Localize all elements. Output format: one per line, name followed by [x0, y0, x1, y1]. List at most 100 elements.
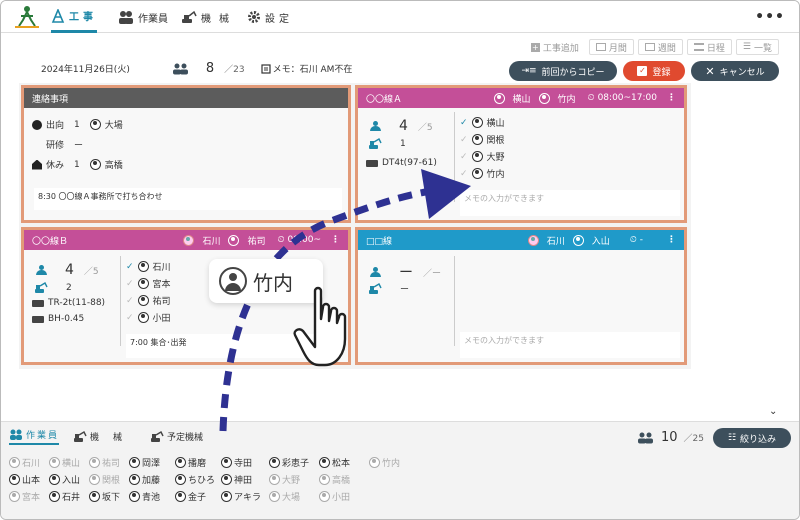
view-list-button[interactable]: ☰ 一覧: [735, 39, 779, 55]
tab-scheduled-machines[interactable]: 予定機械: [150, 430, 203, 443]
check-icon[interactable]: ✓: [126, 279, 134, 289]
employee-chip[interactable]: 入山: [49, 473, 89, 486]
card-b-worker-3[interactable]: ✓ 小田: [126, 309, 171, 326]
more-menu-button[interactable]: •••: [755, 9, 785, 25]
employee-chip[interactable]: 坂下: [89, 490, 129, 503]
employee-name: 坂下: [102, 493, 121, 503]
employee-chip[interactable]: 山本: [9, 473, 49, 486]
employee-chip[interactable]: 石井: [49, 490, 89, 503]
card-a-menu-button[interactable]: ⋮: [667, 93, 676, 103]
card-a-worker-1[interactable]: ✓ 関根: [460, 131, 505, 148]
employee-chip[interactable]: 小田: [319, 490, 369, 503]
employee-chip[interactable]: 大野: [269, 473, 319, 486]
excavator-icon: [369, 282, 382, 294]
employee-name: 加藤: [142, 476, 161, 486]
notice-count-1: ー: [74, 141, 84, 151]
employee-chip[interactable]: アキラ: [221, 490, 269, 503]
card-c-memo[interactable]: メモの入力ができます: [460, 332, 680, 358]
employee-chip[interactable]: 岡澤: [129, 456, 175, 469]
card-b-staff-0: 石川: [202, 236, 221, 247]
tab-machines[interactable]: 機械: [181, 1, 237, 33]
employee-name: 播磨: [188, 459, 207, 469]
card-b-worker-name: 石川: [152, 263, 171, 273]
card-a-worker-0[interactable]: ✓ 横山: [460, 114, 505, 131]
employee-chip[interactable]: 青池: [129, 490, 175, 503]
excavator-icon: [35, 282, 48, 293]
tab-construction[interactable]: 工事: [51, 1, 97, 33]
work-card-a[interactable]: 〇〇線Ａ 横山 竹内 ⏲ 08:00~17:00 ⋮ 4 ／5 1 DT4t(9…: [355, 85, 687, 223]
avatar-icon: [269, 491, 280, 502]
employee-chip[interactable]: 横山: [49, 456, 89, 469]
employee-chip[interactable]: 加藤: [129, 473, 175, 486]
check-icon[interactable]: ✓: [460, 169, 468, 179]
employee-chip[interactable]: 大場: [269, 490, 319, 503]
check-icon[interactable]: ✓: [126, 313, 134, 323]
card-a-worker-name: 大野: [486, 153, 505, 163]
pool-count: 10 ／25: [637, 430, 704, 445]
add-work-button[interactable]: + 工事追加: [525, 39, 585, 55]
card-b-menu-button[interactable]: ⋮: [331, 235, 340, 245]
employee-chip[interactable]: ちひろ: [175, 473, 221, 486]
notice-memo[interactable]: 8:30 〇〇線Ａ事務所で打ち合わせ: [34, 188, 342, 210]
employee-chip[interactable]: 関根: [89, 473, 129, 486]
card-a-staff-0: 横山: [512, 94, 531, 105]
cancel-button[interactable]: ✕ キャンセル: [691, 61, 779, 81]
card-b-machine-item-1: BH-0.45: [32, 314, 84, 324]
check-icon[interactable]: ✓: [126, 262, 134, 272]
card-c-menu-button[interactable]: ⋮: [667, 235, 676, 245]
employee-name: アキラ: [234, 493, 262, 503]
card-a-worker-3[interactable]: ✓ 竹内: [460, 165, 505, 182]
card-b-worker-2[interactable]: ✓ 祐司: [126, 292, 171, 309]
save-button[interactable]: ✓ 登録: [623, 61, 685, 81]
avatar-icon: [137, 312, 149, 323]
tab-machines-pool[interactable]: 機械: [73, 430, 136, 443]
dragged-worker-chip[interactable]: 竹内: [209, 259, 323, 303]
view-schedule-button[interactable]: 日程: [686, 39, 732, 55]
work-card-c-header: □□線 石川 入山 ⏲ - ⋮: [358, 230, 684, 250]
day-memo: メモ：石川 AM不在: [272, 65, 353, 75]
excavator-icon: [182, 10, 197, 23]
employee-chip[interactable]: 神田: [221, 473, 269, 486]
employee-chip[interactable]: 竹内: [369, 456, 415, 469]
view-month-button[interactable]: 月間: [588, 39, 634, 55]
notice-count-2: 1: [74, 159, 80, 170]
check-icon[interactable]: ✓: [460, 135, 468, 145]
person-icon: [36, 265, 47, 275]
work-card-c[interactable]: □□線 石川 入山 ⏲ - ⋮ ー ／ー ー メモの入力ができます: [355, 227, 687, 365]
employee-chip[interactable]: 祐司: [89, 456, 129, 469]
tab-settings[interactable]: 設定: [247, 1, 293, 33]
tab-workers-pool[interactable]: 作業員: [9, 428, 60, 445]
avatar-icon: [49, 474, 60, 485]
card-c-machines: ー: [368, 282, 409, 295]
employee-chip[interactable]: 宮本: [9, 490, 49, 503]
tab-workers[interactable]: 作業員: [118, 1, 168, 33]
copy-previous-button[interactable]: ⇥≡ 前回からコピー: [509, 61, 617, 81]
card-b-memo[interactable]: 7:00 集合･出発: [126, 334, 342, 358]
employee-name: 大野: [282, 476, 301, 486]
excavator-icon: [74, 430, 87, 442]
clock-icon: ⏲: [587, 93, 595, 103]
employee-chip[interactable]: 高橋: [319, 473, 369, 486]
employee-chip[interactable]: 松本: [319, 456, 369, 469]
view-week-button[interactable]: 週間: [637, 39, 683, 55]
employee-chip[interactable]: 彩恵子: [269, 456, 319, 469]
work-card-a-title: 〇〇線Ａ: [366, 94, 403, 105]
employee-chip[interactable]: 金子: [175, 490, 221, 503]
check-icon[interactable]: ✓: [460, 152, 468, 162]
filter-button[interactable]: ☷ 絞り込み: [713, 428, 791, 448]
avatar-icon: [49, 457, 60, 468]
check-icon[interactable]: ✓: [126, 296, 134, 306]
card-b-worker-0[interactable]: ✓ 石川: [126, 258, 171, 275]
employee-chip[interactable]: 寺田: [221, 456, 269, 469]
check-icon[interactable]: ✓: [460, 118, 468, 128]
pool-count-value: 10: [661, 430, 678, 445]
employee-chip[interactable]: 播磨: [175, 456, 221, 469]
tab-settings-label: 設定: [265, 13, 293, 25]
card-a-worker-2[interactable]: ✓ 大野: [460, 148, 505, 165]
employee-chip[interactable]: 石川: [9, 456, 49, 469]
chevron-down-icon[interactable]: ⌄: [769, 406, 777, 417]
card-b-worker-1[interactable]: ✓ 宮本: [126, 275, 171, 292]
card-a-memo[interactable]: メモの入力ができます: [460, 190, 680, 216]
employee-name: 神田: [234, 476, 253, 486]
notice-label-1: 研修: [46, 141, 65, 151]
